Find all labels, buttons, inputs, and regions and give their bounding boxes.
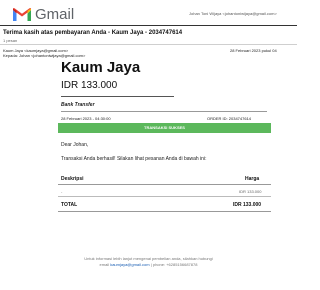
payment-amount: IDR 133.000 (61, 80, 118, 91)
store-name: Kaum Jaya (61, 59, 141, 76)
footer-contact: email kaumjaya@gmail.com | phone: +62851… (0, 262, 297, 267)
message-count: 1 pesan (3, 38, 18, 43)
email-subject: Terima kasih atas pembayaran Anda - Kaum… (3, 30, 183, 36)
column-header-price: Harga (245, 176, 260, 182)
footer-info: Untuk informasi lebih lanjut mengenai pe… (84, 256, 213, 261)
email-date: 28 Februari 2023 pukul 04 (230, 48, 277, 53)
payment-method: Bank Transfer (61, 102, 95, 108)
method-divider (61, 111, 267, 112)
table-header-divider (58, 184, 271, 185)
transaction-date: 28 Februari 2023 - 04:30:00 (61, 116, 111, 121)
account-user: Johan Toni Wijaya <johantoniwijaya@gmail… (189, 11, 277, 16)
footer-email-link[interactable]: kaumjaya@gmail.com (110, 262, 149, 267)
item-description: - (61, 189, 63, 194)
gmail-logo-icon[interactable] (12, 7, 32, 22)
column-header-description: Deskripsi (61, 176, 84, 182)
greeting: Dear Johan, (61, 142, 89, 148)
order-id: ORDER ID: 2034747614 (207, 116, 252, 121)
footer-email-prefix: email (99, 262, 111, 267)
total-divider (58, 211, 271, 212)
total-label: TOTAL (61, 202, 78, 208)
recipient: Kepada: Johan <johantoniwijaya@gmail.com… (3, 53, 86, 58)
item-divider (58, 196, 271, 197)
subject-divider (0, 44, 297, 45)
item-price: IDR 133.000 (239, 189, 262, 194)
status-banner: TRANSAKSI SUKSES (58, 123, 271, 133)
total-value: IDR 133.000 (233, 202, 262, 208)
header-divider (0, 25, 297, 26)
status-text: TRANSAKSI SUKSES (144, 125, 185, 130)
success-message: Transaksi Anda berhasil! Silakan lihat p… (61, 156, 207, 162)
amount-divider (61, 96, 174, 97)
footer-phone: | phone: +6285156687878 (149, 262, 198, 267)
gmail-wordmark: Gmail (35, 6, 75, 23)
